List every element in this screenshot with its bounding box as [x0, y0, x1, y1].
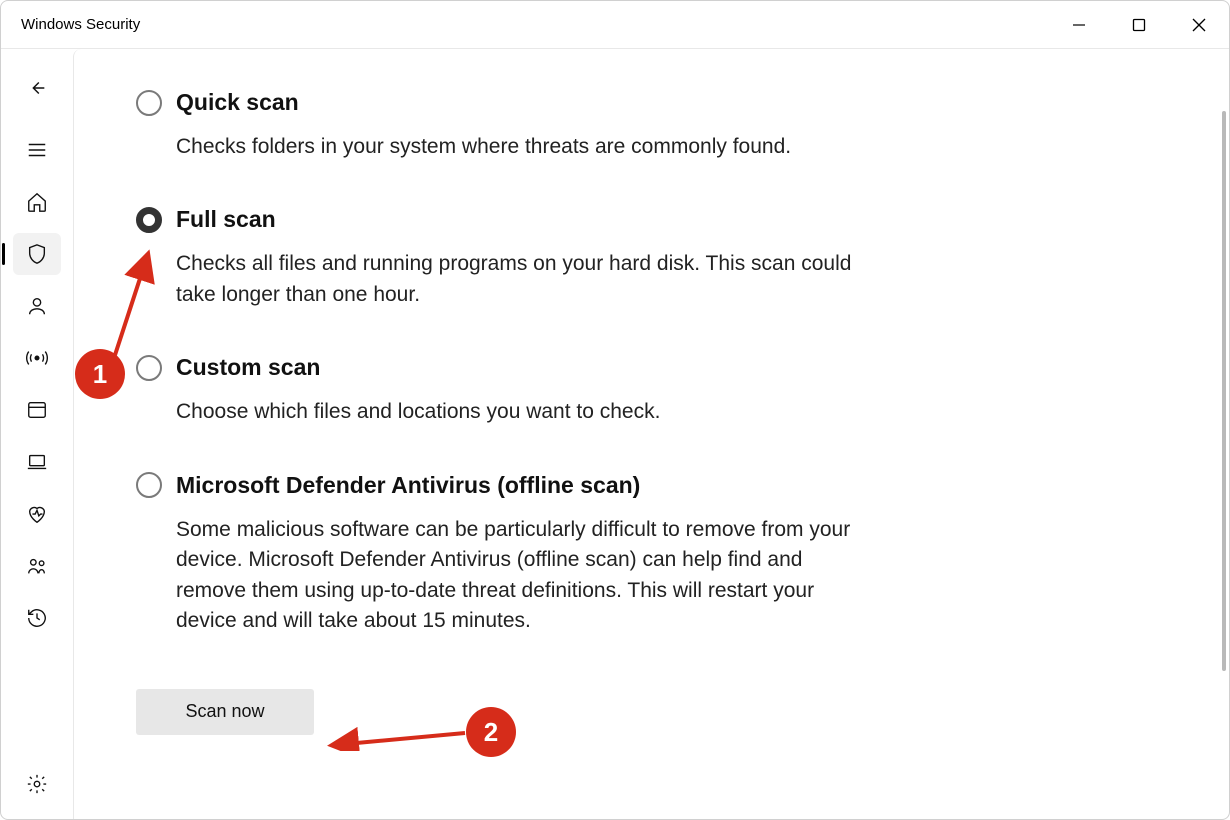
radio-quick-scan[interactable]	[136, 90, 162, 116]
option-desc: Checks folders in your system where thre…	[176, 132, 866, 162]
scan-now-button[interactable]: Scan now	[136, 689, 314, 735]
back-icon	[26, 77, 48, 99]
option-desc: Checks all files and running programs on…	[176, 249, 866, 310]
window-title: Windows Security	[21, 16, 140, 33]
heart-icon	[26, 503, 48, 525]
sidebar-item-family[interactable]	[13, 545, 61, 587]
family-icon	[26, 555, 48, 577]
signal-icon	[26, 347, 48, 369]
option-offline-scan: Microsoft Defender Antivirus (offline sc…	[136, 472, 866, 637]
radio-full-scan[interactable]	[136, 207, 162, 233]
close-icon	[1192, 18, 1206, 32]
annotation-badge-1: 1	[75, 349, 125, 399]
option-quick-scan: Quick scan Checks folders in your system…	[136, 89, 866, 162]
scrollbar[interactable]	[1222, 111, 1226, 671]
option-full-scan: Full scan Checks all files and running p…	[136, 206, 866, 310]
option-desc: Choose which files and locations you wan…	[176, 397, 866, 427]
sidebar-item-virus-protection[interactable]	[13, 233, 61, 275]
gear-icon	[26, 773, 48, 795]
option-title: Quick scan	[176, 89, 299, 116]
sidebar-item-device-performance[interactable]	[13, 493, 61, 535]
radio-offline-scan[interactable]	[136, 472, 162, 498]
maximize-button[interactable]	[1109, 1, 1169, 48]
sidebar-item-settings[interactable]	[13, 763, 61, 805]
option-custom-scan: Custom scan Choose which files and locat…	[136, 354, 866, 427]
option-title: Custom scan	[176, 354, 320, 381]
sidebar	[1, 49, 73, 819]
shield-icon	[26, 243, 48, 265]
back-button[interactable]	[13, 67, 61, 109]
sidebar-item-history[interactable]	[13, 597, 61, 639]
annotation-badge-2: 2	[466, 707, 516, 757]
option-title: Full scan	[176, 206, 276, 233]
browser-icon	[26, 399, 48, 421]
person-icon	[26, 295, 48, 317]
sidebar-item-device-security[interactable]	[13, 441, 61, 483]
history-icon	[26, 607, 48, 629]
radio-custom-scan[interactable]	[136, 355, 162, 381]
sidebar-item-account[interactable]	[13, 285, 61, 327]
titlebar: Windows Security	[1, 1, 1229, 49]
option-desc: Some malicious software can be particula…	[176, 515, 866, 637]
menu-button[interactable]	[13, 129, 61, 171]
main-panel: Quick scan Checks folders in your system…	[73, 49, 1229, 819]
sidebar-item-network[interactable]	[13, 337, 61, 379]
minimize-icon	[1072, 18, 1086, 32]
window-controls	[1049, 1, 1229, 48]
sidebar-item-app-browser[interactable]	[13, 389, 61, 431]
home-icon	[26, 191, 48, 213]
sidebar-item-home[interactable]	[13, 181, 61, 223]
option-title: Microsoft Defender Antivirus (offline sc…	[176, 472, 640, 499]
laptop-icon	[26, 451, 48, 473]
close-button[interactable]	[1169, 1, 1229, 48]
minimize-button[interactable]	[1049, 1, 1109, 48]
menu-icon	[26, 139, 48, 161]
maximize-icon	[1132, 18, 1146, 32]
